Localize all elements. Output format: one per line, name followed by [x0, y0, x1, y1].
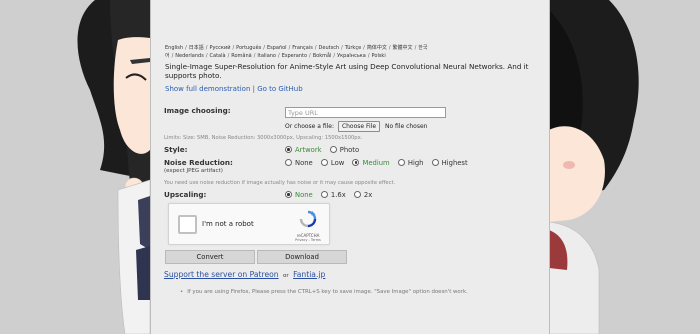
left-character-illustration: [0, 0, 150, 334]
style-option-artwork[interactable]: Artwork: [285, 146, 322, 154]
noise-option-none[interactable]: None: [285, 159, 313, 167]
radio-icon: [353, 191, 361, 198]
convert-button[interactable]: Convert: [165, 250, 255, 264]
radio-icon: [285, 191, 292, 198]
radio-icon: [329, 146, 337, 153]
noise-option-highest[interactable]: Highest: [431, 159, 468, 167]
limits-text: Limits: Size: 5MB, Noise Reduction: 3000…: [164, 135, 363, 141]
radio-icon: [431, 159, 439, 166]
recaptcha-label: I'm not a robot: [202, 220, 254, 228]
style-options: Artwork Photo: [285, 146, 365, 154]
form-area: Image choosing: Type URL Or choose a fil…: [150, 0, 548, 334]
noise-label: Noise Reduction:: [164, 158, 233, 167]
upscaling-label: Upscaling:: [164, 190, 207, 199]
firefox-tip-text: If you are using Firefox, Please press t…: [187, 289, 468, 295]
recaptcha-logo: reCAPTCHA Privacy - Terms: [295, 210, 321, 242]
noise-option-high[interactable]: High: [397, 159, 423, 167]
radio-icon: [397, 159, 405, 166]
fantia-link[interactable]: Fantia.jp: [293, 270, 325, 279]
style-row: Style:: [164, 145, 188, 154]
right-character-illustration: [549, 0, 700, 334]
file-chooser-row: Or choose a file: Choose File No file ch…: [285, 121, 427, 132]
style-label: Style:: [164, 145, 188, 154]
support-links: Support the server on Patreon or Fantia.…: [164, 270, 325, 279]
noise-option-low[interactable]: Low: [320, 159, 344, 167]
recaptcha-icon: [299, 210, 317, 228]
firefox-tip: • If you are using Firefox, Please press …: [180, 289, 468, 295]
bullet-icon: •: [180, 289, 184, 295]
radio-icon: [320, 191, 328, 198]
upscaling-options: None 1.6x 2x: [285, 191, 378, 199]
radio-icon: [352, 159, 360, 166]
noise-note: You need use noise reduction if image ac…: [164, 180, 396, 186]
noise-option-medium[interactable]: Medium: [352, 159, 390, 167]
noise-row: Noise Reduction: (expect JPEG artifact): [164, 158, 233, 174]
recaptcha-checkbox[interactable]: [178, 215, 197, 234]
radio-icon: [285, 146, 292, 153]
or-text: or: [283, 273, 289, 279]
upscaling-option-1-6x[interactable]: 1.6x: [320, 191, 346, 199]
url-input[interactable]: Type URL: [285, 107, 446, 118]
recaptcha-terms[interactable]: Privacy - Terms: [295, 238, 321, 242]
image-choosing-label: Image choosing:: [164, 106, 231, 115]
or-choose-label: Or choose a file:: [285, 123, 335, 130]
noise-options: None Low Medium High Highest: [285, 159, 474, 167]
style-option-photo[interactable]: Photo: [329, 146, 359, 154]
upscaling-row: Upscaling:: [164, 190, 206, 199]
choose-file-button[interactable]: Choose File: [337, 121, 381, 132]
patreon-link[interactable]: Support the server on Patreon: [164, 270, 279, 279]
upscaling-option-2x[interactable]: 2x: [353, 191, 372, 199]
image-choosing-row: Image choosing:: [164, 106, 231, 115]
noise-sublabel: (expect JPEG artifact): [164, 168, 223, 174]
recaptcha-widget: I'm not a robot reCAPTCHA Privacy - Term…: [168, 203, 330, 245]
radio-icon: [285, 159, 292, 166]
upscaling-option-none[interactable]: None: [285, 191, 313, 199]
radio-icon: [320, 159, 328, 166]
download-button[interactable]: Download: [257, 250, 347, 264]
no-file-text: No file chosen: [384, 123, 428, 130]
url-placeholder: Type URL: [288, 109, 318, 117]
